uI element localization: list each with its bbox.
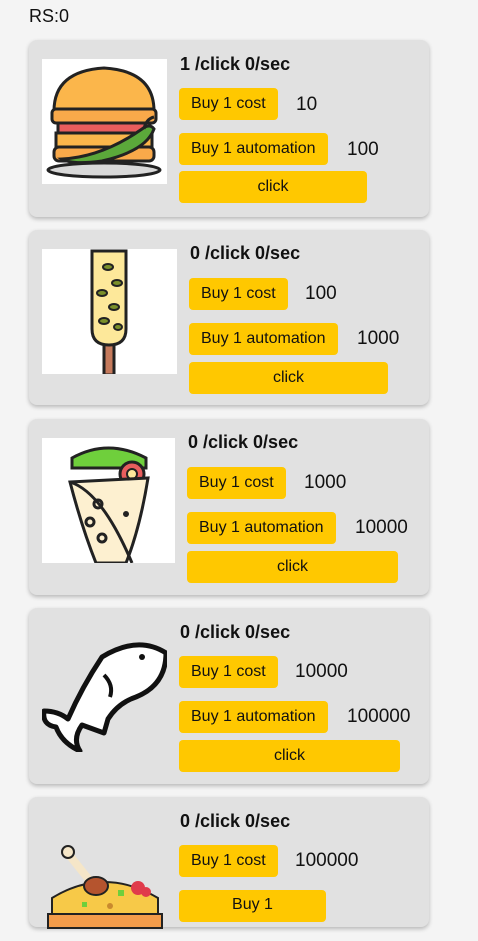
buy-cost-button[interactable]: Buy 1 cost	[187, 467, 286, 499]
corn-icon	[42, 249, 177, 374]
item-card-wrap: 0 /click 0/sec Buy 1 cost 1000 Buy 1 aut…	[29, 419, 429, 595]
buy-cost-button[interactable]: Buy 1 cost	[179, 845, 278, 877]
item-card-fish: 0 /click 0/sec Buy 1 cost 10000 Buy 1 au…	[29, 608, 429, 784]
buy-cost-button[interactable]: Buy 1 cost	[189, 278, 288, 310]
item-stat: 0 /click 0/sec	[190, 243, 301, 263]
click-button[interactable]: click	[179, 740, 400, 772]
automation-cost-value: 1000	[357, 328, 400, 349]
buy-cost-button[interactable]: Buy 1 cost	[179, 656, 278, 688]
buy-automation-button[interactable]: Buy 1 automation	[187, 512, 336, 544]
click-button[interactable]: click	[179, 171, 367, 203]
click-button[interactable]: click	[189, 362, 388, 394]
automation-cost-value: 100000	[347, 706, 411, 727]
click-button[interactable]: click	[187, 551, 398, 583]
rs-counter: RS:0	[29, 6, 70, 26]
wrap-icon	[42, 438, 175, 563]
item-card-corn: 0 /click 0/sec Buy 1 cost 100 Buy 1 auto…	[29, 230, 429, 405]
cost-value: 1000	[304, 472, 347, 493]
buy-automation-button[interactable]: Buy 1 automation	[179, 133, 328, 165]
item-stat: 0 /click 0/sec	[188, 432, 299, 452]
item-stat: 0 /click 0/sec	[180, 811, 291, 831]
buy-automation-button[interactable]: Buy 1 automation	[189, 323, 338, 355]
item-card-burger: 1 /click 0/sec Buy 1 cost 10 Buy 1 autom…	[29, 40, 429, 217]
cost-value: 10000	[295, 661, 348, 682]
item-stat: 1 /click 0/sec	[180, 54, 291, 74]
automation-cost-value: 100	[347, 139, 379, 160]
cost-value: 100000	[295, 850, 359, 871]
chicken-rice-icon	[42, 816, 167, 941]
cost-value: 10	[296, 94, 318, 115]
fish-icon	[42, 627, 167, 752]
cost-value: 100	[305, 283, 337, 304]
item-card-chicken-rice: 0 /click 0/sec Buy 1 cost 100000 Buy 1	[29, 797, 429, 929]
item-stat: 0 /click 0/sec	[180, 622, 291, 642]
burger-icon	[42, 59, 167, 184]
buy-automation-button[interactable]: Buy 1 automation	[179, 701, 328, 733]
buy-automation-button[interactable]: Buy 1	[179, 890, 326, 922]
automation-cost-value: 10000	[355, 517, 408, 538]
buy-cost-button[interactable]: Buy 1 cost	[179, 88, 278, 120]
